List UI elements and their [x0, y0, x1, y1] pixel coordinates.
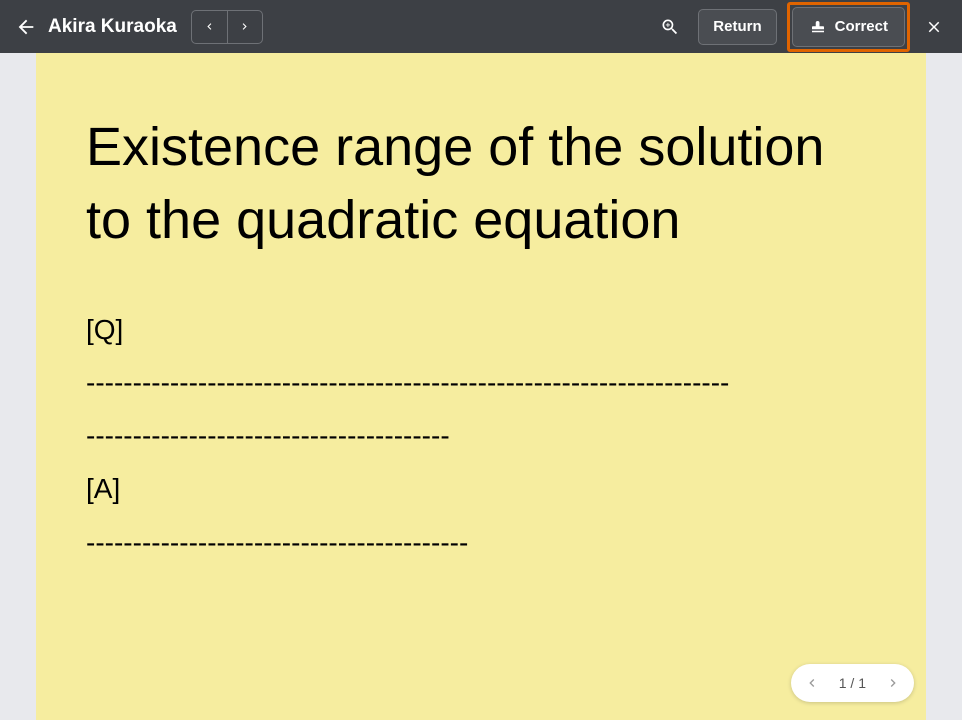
- close-button[interactable]: [916, 9, 952, 45]
- question-line-2: ---------------------------------------: [86, 409, 876, 462]
- chevron-left-icon: [804, 675, 820, 691]
- close-icon: [925, 18, 943, 36]
- answer-label: [A]: [86, 462, 876, 515]
- return-button[interactable]: Return: [698, 9, 776, 45]
- question-line-1: ----------------------------------------…: [86, 356, 876, 409]
- nav-group: [191, 10, 263, 44]
- correct-button[interactable]: Correct: [792, 7, 905, 47]
- answer-line-1: ----------------------------------------…: [86, 516, 876, 569]
- user-name: Akira Kuraoka: [48, 16, 177, 38]
- content-area: Existence range of the solution to the q…: [0, 53, 962, 720]
- question-label: [Q]: [86, 303, 876, 356]
- zoom-button[interactable]: [650, 7, 690, 47]
- top-bar: Akira Kuraoka Return Correct: [0, 0, 962, 53]
- pager-next-button[interactable]: [876, 666, 910, 700]
- chevron-left-icon: [203, 20, 216, 33]
- back-arrow-button[interactable]: [6, 7, 46, 47]
- pager-prev-button[interactable]: [795, 666, 829, 700]
- next-button[interactable]: [227, 11, 262, 43]
- correct-button-highlight: Correct: [787, 2, 910, 52]
- pager: 1 / 1: [791, 664, 914, 702]
- document-page: Existence range of the solution to the q…: [36, 53, 926, 720]
- chevron-right-icon: [885, 675, 901, 691]
- stamp-icon: [809, 18, 827, 36]
- pager-label: 1 / 1: [829, 675, 876, 691]
- document-title: Existence range of the solution to the q…: [86, 111, 876, 257]
- return-label: Return: [713, 18, 761, 35]
- zoom-in-icon: [660, 17, 680, 37]
- prev-button[interactable]: [192, 11, 227, 43]
- correct-label: Correct: [835, 18, 888, 35]
- chevron-right-icon: [238, 20, 251, 33]
- arrow-left-icon: [15, 16, 37, 38]
